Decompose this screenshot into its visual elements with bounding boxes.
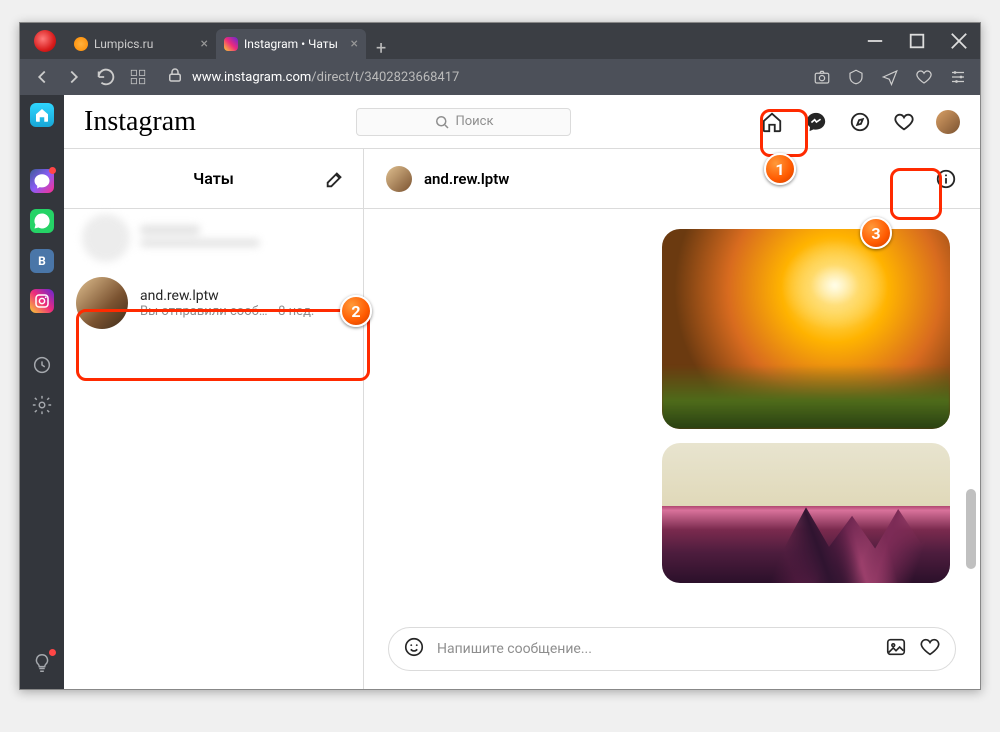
avatar [76,277,128,329]
conversation-time: · 8 нед. [272,304,315,319]
message-placeholder: Напишите сообщение... [437,641,873,657]
lock-icon [166,66,184,88]
search-placeholder: Поиск [455,114,493,129]
chat-username[interactable]: and.rew.lptw [424,170,509,188]
favicon-icon [224,37,238,51]
bookmark-heart-button[interactable] [910,63,938,91]
compose-button[interactable] [323,167,347,191]
profile-avatar[interactable] [936,110,960,134]
new-tab-button[interactable]: + [366,38,396,59]
chat-avatar [386,166,412,192]
tab-title: Lumpics.ru [94,37,153,51]
tab-strip: Lumpics.ru × Instagram • Чаты × + [66,23,396,59]
home-icon[interactable] [760,110,784,134]
window-close-button[interactable] [938,23,980,59]
favicon-icon [74,37,88,51]
conversations-panel: Чаты and.rew.lptw Вы отправили сооб… [64,149,364,689]
conversation-name: and.rew.lptw [140,288,351,304]
browser-tab-active[interactable]: Instagram • Чаты × [216,29,366,59]
chat-header: and.rew.lptw [364,149,980,209]
message-image[interactable] [662,443,950,583]
speed-dial-button[interactable] [124,63,152,91]
like-button[interactable] [919,636,941,662]
browser-window: Lumpics.ru × Instagram • Чаты × + www.in… [19,22,981,690]
instagram-nav [760,110,960,134]
conversations-header: Чаты [64,149,363,209]
sidebar-vk-icon[interactable]: B [30,249,54,273]
opera-logo-icon [34,30,56,52]
tab-title: Instagram • Чаты [244,37,338,51]
explore-icon[interactable] [848,110,872,134]
adblock-button[interactable] [842,63,870,91]
activity-heart-icon[interactable] [892,110,916,134]
browser-body: B Instagram Поиск [20,95,980,689]
content-scrollbar[interactable] [966,95,978,689]
sidebar-whatsapp-icon[interactable] [30,209,54,233]
minimize-button[interactable] [854,23,896,59]
sidebar-settings-icon[interactable] [30,393,54,417]
snapshot-button[interactable] [808,63,836,91]
opera-sidebar: B [20,95,64,689]
sidebar-workspace-icon[interactable] [30,103,54,127]
sidebar-tips-icon[interactable] [30,651,54,675]
url-host: www.instagram.com [192,70,311,85]
search-icon [433,113,451,131]
chat-panel: and.rew.lptw Напишите сообщение... [364,149,980,689]
conversation-item-blurred[interactable] [64,209,363,267]
instagram-header: Instagram Поиск [64,95,980,149]
url-field[interactable]: www.instagram.com/direct/t/3402823668417 [156,66,804,88]
conversation-item[interactable]: and.rew.lptw Вы отправили сооб… · 8 нед. [64,267,363,339]
address-bar: www.instagram.com/direct/t/3402823668417 [20,59,980,95]
browser-titlebar: Lumpics.ru × Instagram • Чаты × + [20,23,980,59]
sidebar-history-icon[interactable] [30,353,54,377]
maximize-button[interactable] [896,23,938,59]
chat-messages[interactable] [364,209,980,617]
nav-forward-button[interactable] [60,63,88,91]
direct-messages-icon[interactable] [804,110,828,134]
close-icon[interactable]: × [201,36,208,52]
browser-tab[interactable]: Lumpics.ru × [66,29,216,59]
window-controls [854,23,980,59]
close-icon[interactable]: × [351,36,358,52]
sidebar-instagram-icon[interactable] [30,289,54,313]
message-input[interactable]: Напишите сообщение... [388,627,956,671]
easy-setup-button[interactable] [944,63,972,91]
conversation-preview: Вы отправили сооб… [140,304,268,319]
emoji-button[interactable] [403,636,425,662]
attach-image-button[interactable] [885,636,907,662]
url-path: /direct/t/3402823668417 [311,70,459,85]
search-input[interactable]: Поиск [356,108,571,136]
message-image[interactable] [662,229,950,429]
chat-input-area: Напишите сообщение... [364,617,980,689]
instagram-direct: Чаты and.rew.lptw Вы отправили сооб… [64,149,980,689]
nav-back-button[interactable] [28,63,56,91]
send-button[interactable] [876,63,904,91]
reload-button[interactable] [92,63,120,91]
sidebar-messenger-icon[interactable] [30,169,54,193]
instagram-logo[interactable]: Instagram [84,106,196,138]
conversations-title: Чаты [193,169,234,188]
page-content: Instagram Поиск Чаты [64,95,980,689]
chat-info-button[interactable] [934,167,958,191]
